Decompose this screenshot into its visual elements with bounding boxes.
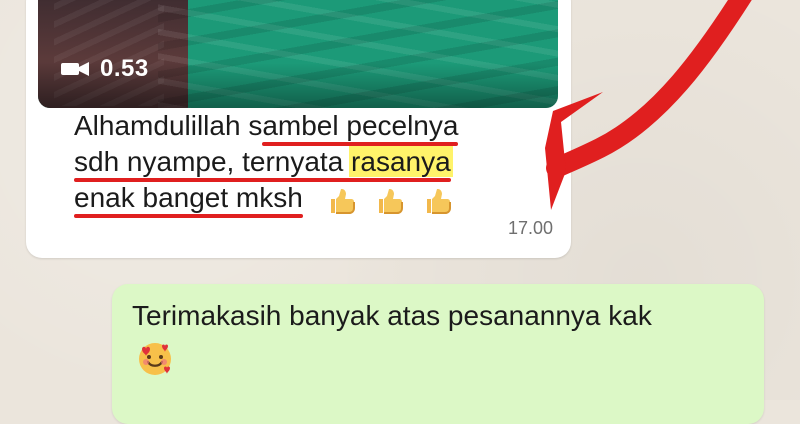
- incoming-line-2-highlight: rasanya: [349, 146, 453, 177]
- incoming-line-1-prefix: Alhamdulillah s: [74, 110, 263, 141]
- incoming-line-3-underlined: enak banget mksh: [74, 180, 303, 219]
- incoming-line-2: sdh nyampe, ternyata rasanya: [74, 144, 574, 182]
- thumbs-up-icon: [417, 180, 457, 220]
- video-duration-badge: 0.53: [60, 52, 149, 86]
- thumbs-up-icon: [321, 180, 361, 220]
- video-camera-icon: [60, 59, 90, 79]
- incoming-message-bubble[interactable]: 0.53 Alhamdulillah sambel pecelnya sdh n…: [26, 0, 571, 258]
- incoming-time: 17.00: [508, 218, 554, 238]
- incoming-line-2-text: sdh nyampe, ternyata: [74, 146, 352, 177]
- outgoing-message-bubble[interactable]: Terimakasih banyak atas pesanannya kak: [112, 284, 764, 424]
- incoming-line-1-underlined: ambel pecelnya: [262, 108, 459, 146]
- incoming-message-text: Alhamdulillah sambel pecelnya sdh nyampe…: [74, 108, 574, 220]
- outgoing-message-text: Terimakasih banyak atas pesanannya kak: [132, 300, 652, 331]
- thumbs-up-icon: [369, 180, 409, 220]
- incoming-line-2-underlined: sdh nyampe, ternyata rasanya: [74, 144, 453, 182]
- smiling-face-with-hearts-icon: [136, 340, 174, 378]
- incoming-line-1: Alhamdulillah sambel pecelnya: [74, 108, 574, 146]
- incoming-line-3: enak banget mksh: [74, 180, 574, 220]
- thumbs-up-emojis: [321, 180, 457, 220]
- video-duration: 0.53: [100, 55, 149, 82]
- video-thumbnail[interactable]: 0.53: [38, 0, 558, 108]
